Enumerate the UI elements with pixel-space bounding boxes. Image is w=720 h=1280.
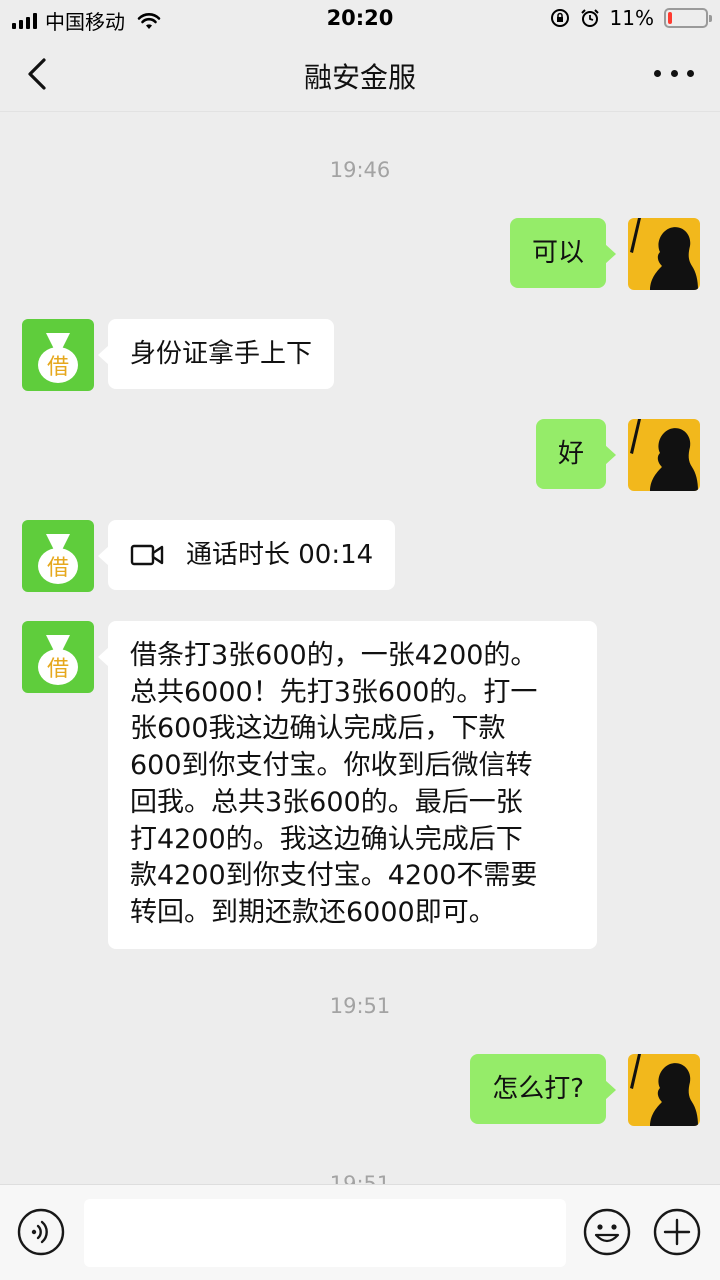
plus-icon [653,1208,701,1256]
more-functions-button[interactable] [652,1207,702,1257]
input-bar [0,1184,720,1280]
call-record-row: 通话时长 00:14 [130,537,373,573]
voice-button[interactable] [16,1207,66,1257]
video-camera-icon [130,544,164,566]
call-record-bubble[interactable]: 通话时长 00:14 [97,520,396,590]
chat-header: 融安金服 [0,38,720,112]
emoji-icon [583,1208,631,1256]
money-bag-icon: 借 [38,534,78,584]
user-silhouette-icon [630,218,698,290]
avatar-char: 借 [47,355,69,380]
alarm-icon [580,9,599,27]
avatar-char: 借 [47,556,69,581]
contact-avatar[interactable]: 借 [22,319,94,391]
voice-icon [17,1208,65,1256]
message-bubble-outgoing[interactable]: 怎么打? [470,1054,616,1124]
user-avatar[interactable] [628,419,700,491]
contact-avatar[interactable]: 借 [22,621,94,693]
emoji-button[interactable] [582,1207,632,1257]
user-avatar[interactable] [628,218,700,290]
timestamp: 19:46 [329,158,391,182]
message-bubble-outgoing[interactable]: 可以 [509,218,617,288]
call-duration: 通话时长 00:14 [186,540,374,570]
message-bubble-outgoing[interactable]: 好 [535,419,617,489]
more-dots-icon [654,69,661,77]
status-bar: 中国移动 20:20 11% [0,0,720,38]
message-input[interactable] [84,1199,566,1267]
battery-icon [664,8,712,28]
money-bag-icon: 借 [38,333,78,383]
more-button[interactable] [654,58,694,88]
status-bar-right: 11% [550,6,712,30]
message-bubble-incoming[interactable]: 身份证拿手上下 [97,319,335,389]
money-bag-icon: 借 [38,635,78,685]
contact-avatar[interactable]: 借 [22,520,94,592]
chat-title: 融安金服 [303,61,416,94]
timestamp: 19:51 [329,1172,391,1184]
avatar-char: 借 [47,657,69,682]
battery-level [668,12,672,24]
more-dot [687,69,694,77]
user-avatar[interactable] [628,1054,700,1126]
user-silhouette-icon [630,419,698,491]
more-dot [670,69,678,77]
message-list[interactable]: 19:46 可以 借 身份证拿手上下 好 借 通话时长 00:14 借 借条打3… [0,112,720,1184]
message-bubble-incoming[interactable]: 借条打3张600的，一张4200的。 总共6000！先打3张600的。打一 张6… [98,621,597,949]
orientation-lock-icon [550,9,569,27]
timestamp: 19:51 [329,994,391,1018]
battery-percent: 11% [609,6,654,30]
user-silhouette-icon [630,1054,698,1126]
